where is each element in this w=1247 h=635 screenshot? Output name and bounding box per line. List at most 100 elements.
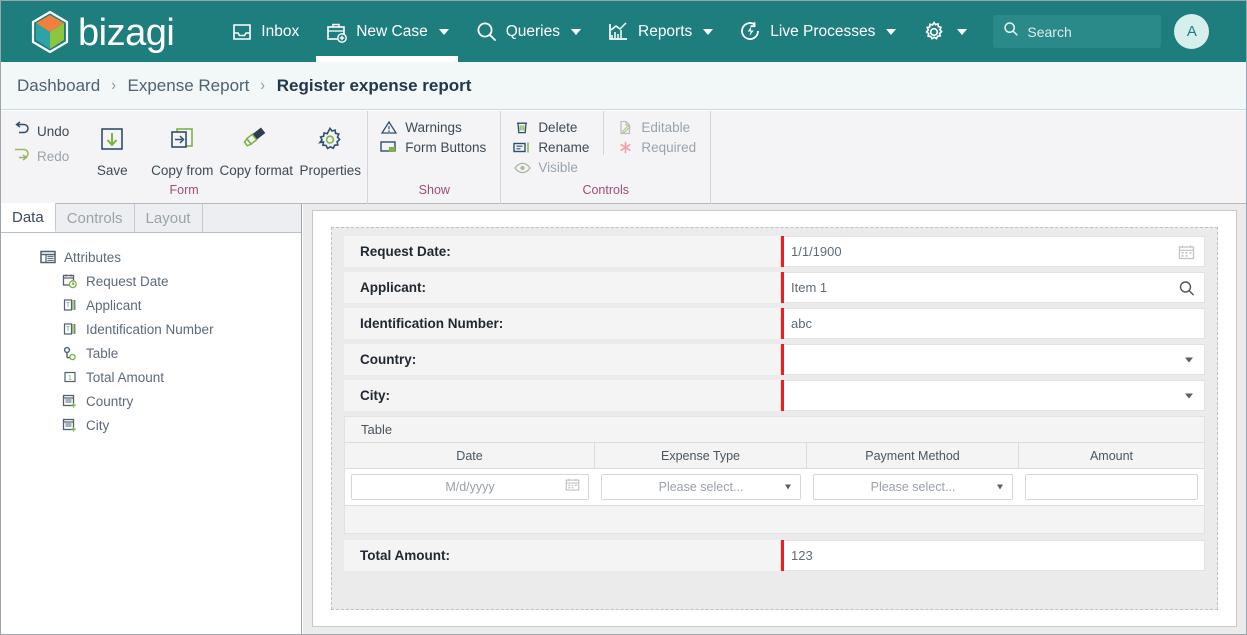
nav-label: Queries	[505, 22, 560, 40]
form-row-country: Country:	[344, 344, 1205, 375]
copy-from-button[interactable]: Copy from	[145, 111, 219, 178]
required-label: Required	[641, 140, 697, 155]
copy-format-button[interactable]: Copy format	[219, 111, 293, 178]
tab-data[interactable]: Data	[1, 203, 56, 232]
rename-label: Rename	[538, 140, 590, 155]
nav-item-new-case[interactable]: New Case	[312, 1, 462, 62]
number-field-icon: 1	[61, 369, 78, 386]
row-amount-input[interactable]	[1025, 474, 1198, 500]
tree-node-label: Total Amount	[86, 369, 165, 385]
save-button[interactable]: Save	[79, 111, 145, 178]
eye-icon	[513, 162, 531, 174]
form-row-request-date: Request Date: 1/1/1900	[344, 236, 1205, 267]
table-header-row: Date Expense Type Payment Method Amount	[345, 443, 1204, 469]
tab-layout[interactable]: Layout	[135, 204, 203, 232]
copy-from-icon	[166, 119, 198, 160]
breadcrumb-separator: ›	[111, 76, 117, 94]
avatar[interactable]: A	[1174, 14, 1210, 49]
search-input[interactable]: Search	[993, 15, 1162, 48]
country-dropdown[interactable]	[780, 344, 1205, 375]
tree-node-applicant[interactable]: T Applicant	[1, 293, 301, 317]
nav-item-settings[interactable]	[909, 1, 977, 62]
column-header-payment-method: Payment Method	[807, 443, 1019, 468]
nav-item-queries[interactable]: Queries	[462, 1, 594, 62]
tree-node-identification-number[interactable]: T Identification Number	[1, 317, 301, 341]
nav-item-live-processes[interactable]: Live Processes	[726, 1, 909, 62]
redo-label: Redo	[37, 148, 70, 164]
breadcrumb-item-expense-report[interactable]: Expense Report	[128, 76, 250, 96]
row-expense-type-dropdown[interactable]: Please select...	[601, 474, 801, 500]
field-label: Country:	[360, 352, 417, 367]
request-date-input[interactable]: 1/1/1900	[780, 236, 1205, 267]
properties-button[interactable]: Properties	[293, 111, 367, 178]
applicant-input[interactable]: Item 1	[780, 272, 1205, 303]
rename-button[interactable]: Rename	[513, 140, 589, 155]
text-field-icon: T	[61, 297, 78, 314]
tree-node-label: Request Date	[86, 273, 169, 289]
calendar-icon[interactable]	[565, 478, 580, 497]
breadcrumb: Dashboard › Expense Report › Register ex…	[1, 62, 1246, 110]
nav-item-inbox[interactable]: Inbox	[218, 1, 312, 62]
briefcase-plus-icon	[325, 21, 348, 43]
tree-node-label: Country	[86, 393, 134, 409]
inbox-icon	[231, 21, 253, 43]
tab-controls[interactable]: Controls	[56, 204, 135, 232]
search-icon	[1003, 21, 1019, 42]
ribbon-toolbar: Undo Redo Save Copy from Copy format Pro…	[1, 111, 1246, 204]
expense-type-placeholder: Please select...	[658, 480, 744, 494]
ribbon-group-controls: Delete Rename Visible Editable Required …	[500, 111, 710, 204]
date-placeholder: M/d/yyyy	[445, 480, 495, 494]
parameter-entity-icon	[61, 393, 78, 410]
bar-chart-icon	[607, 21, 630, 43]
total-amount-input[interactable]: 123	[780, 540, 1205, 571]
tree-node-label: City	[86, 417, 110, 433]
form-buttons-icon	[380, 140, 398, 155]
identification-number-input[interactable]: abc	[780, 308, 1205, 339]
tree-node-country[interactable]: Country	[1, 389, 301, 413]
breadcrumb-item-dashboard[interactable]: Dashboard	[17, 76, 100, 96]
form-buttons-toggle[interactable]: Form Buttons	[380, 140, 486, 155]
row-date-input[interactable]: M/d/yyyy	[351, 474, 589, 500]
tree-node-attributes[interactable]: Attributes	[1, 245, 301, 269]
tree-node-label: Applicant	[86, 297, 142, 313]
nav-item-reports[interactable]: Reports	[594, 1, 726, 62]
tree-node-city[interactable]: City	[1, 413, 301, 437]
table-footer	[345, 505, 1204, 533]
delete-button[interactable]: Delete	[513, 120, 589, 135]
field-label: Request Date:	[360, 244, 451, 259]
expense-table: Table Date Expense Type Payment Method A…	[344, 416, 1205, 534]
refresh-bolt-icon	[739, 20, 762, 43]
required-marker	[781, 308, 784, 339]
tree-node-table[interactable]: Table	[1, 341, 301, 365]
chevron-down-icon	[957, 28, 968, 35]
row-payment-method-dropdown[interactable]: Please select...	[813, 474, 1013, 500]
table-title: Table	[345, 417, 1204, 443]
nav-items: Inbox New Case Queries Reports Live Proc…	[218, 1, 977, 62]
ribbon-group-title: Show	[418, 183, 450, 197]
undo-arrow-icon	[13, 121, 30, 141]
ribbon-group-title: Controls	[582, 183, 629, 197]
editable-toggle[interactable]: Editable	[616, 120, 696, 135]
editable-label: Editable	[641, 120, 691, 135]
tree-node-label: Attributes	[64, 249, 122, 265]
field-label: Total Amount:	[360, 548, 450, 563]
city-dropdown[interactable]	[780, 380, 1205, 411]
search-placeholder: Search	[1027, 23, 1072, 40]
magnifier-icon[interactable]	[1178, 279, 1195, 296]
tree-node-request-date[interactable]: Request Date	[1, 269, 301, 293]
redo-button[interactable]: Redo	[13, 146, 69, 166]
magnifier-icon	[475, 20, 498, 43]
cell-amount	[1019, 474, 1204, 500]
calendar-icon[interactable]	[1178, 244, 1195, 260]
warnings-toggle[interactable]: Warnings	[380, 120, 486, 135]
required-toggle[interactable]: Required	[616, 140, 696, 155]
gear-icon	[922, 20, 946, 44]
chevron-down-icon	[997, 484, 1003, 490]
visible-toggle[interactable]: Visible	[513, 160, 589, 175]
left-panel: Data Controls Layout Attributes Request …	[1, 203, 302, 634]
table-row: M/d/yyyy Please select... Please select.…	[345, 469, 1204, 505]
tree-node-total-amount[interactable]: 1 Total Amount	[1, 365, 301, 389]
parameter-entity-icon	[61, 417, 78, 434]
bizagi-form-designer-window: bizagi Inbox New Case Queries Reports Li…	[0, 0, 1247, 635]
undo-button[interactable]: Undo	[13, 121, 69, 141]
